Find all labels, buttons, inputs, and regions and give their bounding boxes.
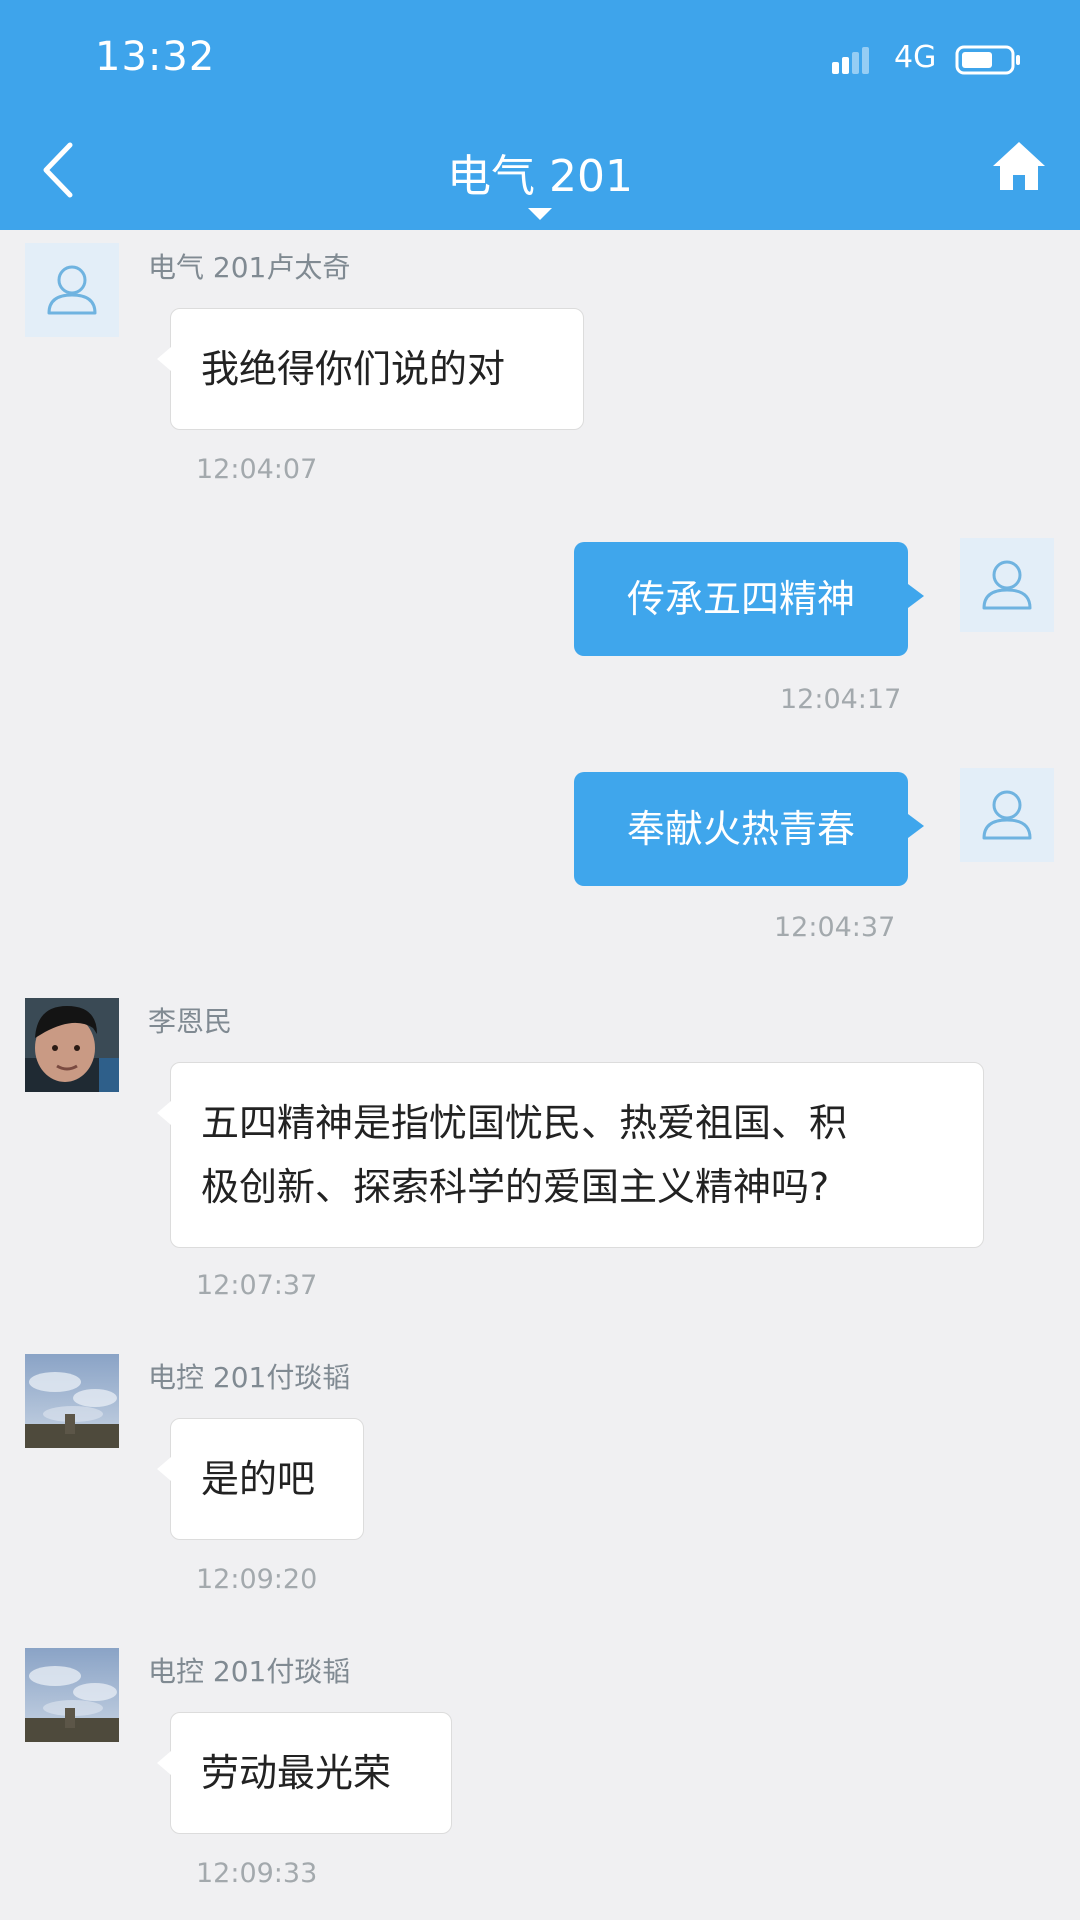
message-time: 12:09:20	[196, 1564, 318, 1595]
sender-name: 电控 201付琰韬	[148, 1361, 351, 1394]
message-bubble[interactable]: 传承五四精神	[574, 542, 924, 656]
sender-name: 电控 201付琰韬	[148, 1655, 351, 1688]
message-text-line: 五四精神是指忧国忧民、热爱祖国、积	[201, 1101, 848, 1145]
avatar[interactable]	[25, 243, 119, 337]
sky-photo	[25, 1648, 119, 1742]
message-text: 传承五四精神	[626, 577, 855, 621]
back-button[interactable]	[30, 135, 90, 205]
message-time: 12:04:17	[780, 684, 902, 715]
message-list[interactable]: 电气 201卢太奇 我绝得你们说的对 12:04:07 传承五四精神 12:04…	[0, 230, 1080, 1920]
message-text-line: 极创新、探索科学的爱国主义精神吗?	[201, 1165, 830, 1209]
user-icon	[47, 265, 97, 315]
chevron-left-icon	[43, 142, 73, 198]
sky-photo	[25, 1354, 119, 1448]
avatar[interactable]	[960, 768, 1054, 862]
message-bubble[interactable]: 是的吧	[157, 1418, 364, 1540]
message-text: 劳动最光荣	[201, 1751, 392, 1795]
home-button[interactable]	[990, 138, 1048, 196]
message-time: 12:07:37	[196, 1270, 318, 1301]
sender-name: 李恩民	[148, 1005, 233, 1038]
message-bubble[interactable]: 五四精神是指忧国忧民、热爱祖国、积 极创新、探索科学的爱国主义精神吗?	[157, 1062, 984, 1248]
avatar[interactable]	[25, 998, 119, 1092]
top-bar: 13:32 4G 电气 201	[0, 0, 1080, 230]
battery-icon	[955, 45, 1020, 75]
user-icon	[982, 790, 1032, 840]
chat-title[interactable]: 电气 201	[340, 140, 740, 204]
avatar[interactable]	[960, 538, 1054, 632]
message-time: 12:04:37	[774, 912, 896, 943]
message-text: 是的吧	[201, 1457, 316, 1501]
message-text: 我绝得你们说的对	[201, 347, 506, 391]
avatar[interactable]	[25, 1354, 119, 1448]
sender-name: 电气 201卢太奇	[148, 251, 351, 284]
user-icon	[982, 560, 1032, 610]
message-text: 五四精神是指忧国忧民、热爱祖国、积 极创新、探索科学的爱国主义精神吗?	[201, 1091, 847, 1219]
message-bubble[interactable]: 劳动最光荣	[157, 1712, 452, 1834]
signal-strength-icon	[832, 47, 869, 74]
caret-down-icon[interactable]	[528, 208, 552, 222]
message-time: 12:04:07	[196, 454, 318, 485]
message-bubble[interactable]: 我绝得你们说的对	[157, 308, 584, 430]
network-type: 4G	[894, 40, 937, 75]
message-time: 12:09:33	[196, 1858, 318, 1889]
message-bubble[interactable]: 奉献火热青春	[574, 772, 924, 886]
avatar[interactable]	[25, 1648, 119, 1742]
profile-photo	[25, 998, 119, 1092]
message-text: 奉献火热青春	[626, 807, 855, 851]
home-icon	[993, 142, 1045, 190]
status-time: 13:32	[95, 34, 216, 80]
